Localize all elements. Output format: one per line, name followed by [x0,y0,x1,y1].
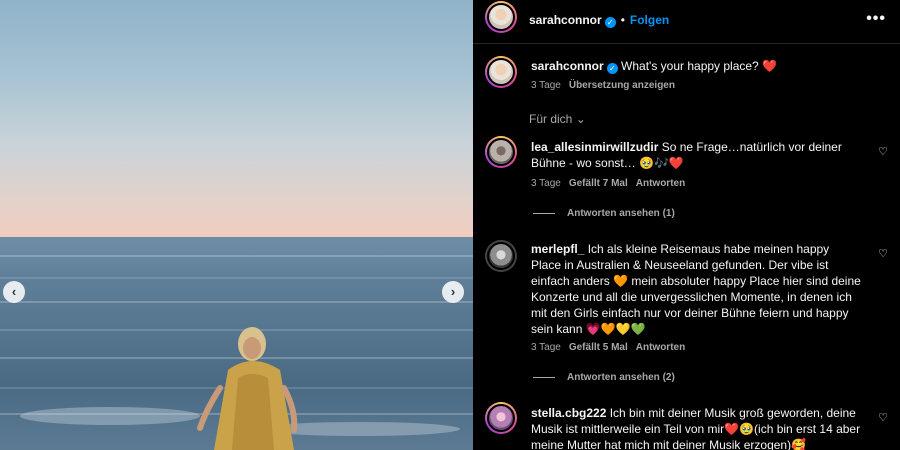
caption: sarahconnor ✓ What's your happy place? ❤️ [531,58,861,74]
like-heart-icon[interactable]: ♡ [878,411,888,424]
divider [533,376,555,378]
follow-button[interactable]: Folgen [630,13,669,27]
comment-body: stella.cbg222 Ich bin mit deiner Musik g… [531,405,861,450]
comment-likes[interactable]: Gefällt 5 Mal [569,342,628,353]
comment-time: 3 Tage [531,178,561,189]
more-options-icon[interactable]: ••• [866,10,886,28]
caption-text: What's your happy place? ❤️ [621,59,778,73]
commenter-username[interactable]: merlepfl_ [531,242,584,256]
comment-meta: 3 Tage Gefällt 7 Mal Antworten [531,178,685,189]
post-header: sarahconnor ✓ • Folgen ••• [473,0,900,44]
verified-icon: ✓ [604,17,616,28]
comment-meta: 3 Tage Gefällt 5 Mal Antworten [531,342,685,353]
reply-button[interactable]: Antworten [636,178,685,189]
next-image-button[interactable]: › [442,281,464,303]
separator-dot: • [620,13,625,27]
commenter-username[interactable]: lea_allesinmirwillzudir [531,140,658,154]
verified-icon: ✓ [606,63,618,74]
caption-avatar[interactable] [485,56,517,88]
commenter-avatar[interactable] [485,402,517,434]
caption-username[interactable]: sarahconnor [531,59,604,73]
comment-text: Ich als kleine Reisemaus habe meinen hap… [531,242,861,336]
previous-image-button[interactable]: ‹ [3,281,25,303]
view-replies-button[interactable]: Antworten ansehen (2) [533,372,675,383]
comment-body: merlepfl_ Ich als kleine Reisemaus habe … [531,241,861,337]
commenter-avatar[interactable] [485,136,517,168]
commenter-avatar[interactable] [485,240,517,272]
like-heart-icon[interactable]: ♡ [878,247,888,260]
like-heart-icon[interactable]: ♡ [878,145,888,158]
post-photo[interactable]: ‹ › [0,0,473,450]
author-username[interactable]: sarahconnor [529,13,602,27]
comment-time: 3 Tage [531,342,561,353]
caption-meta: 3 Tage Übersetzung anzeigen [531,80,675,91]
chevron-down-icon: ⌄ [575,112,586,126]
commenter-username[interactable]: stella.cbg222 [531,406,606,420]
divider [533,212,555,214]
person-figure [197,327,298,450]
view-replies-button[interactable]: Antworten ansehen (1) [533,208,675,219]
comments-panel: sarahconnor ✓ • Folgen ••• sarahconnor ✓ Wha… [473,0,900,450]
comment-likes[interactable]: Gefällt 7 Mal [569,178,628,189]
reply-button[interactable]: Antworten [636,342,685,353]
comment-body: lea_allesinmirwillzudir So ne Frage…natü… [531,139,861,171]
caption-time: 3 Tage [531,80,561,91]
comment-filter-dropdown[interactable]: Für dich ⌄ [529,112,586,126]
author-avatar[interactable] [485,1,517,33]
translate-link[interactable]: Übersetzung anzeigen [569,80,675,91]
filter-label: Für dich [529,112,573,126]
